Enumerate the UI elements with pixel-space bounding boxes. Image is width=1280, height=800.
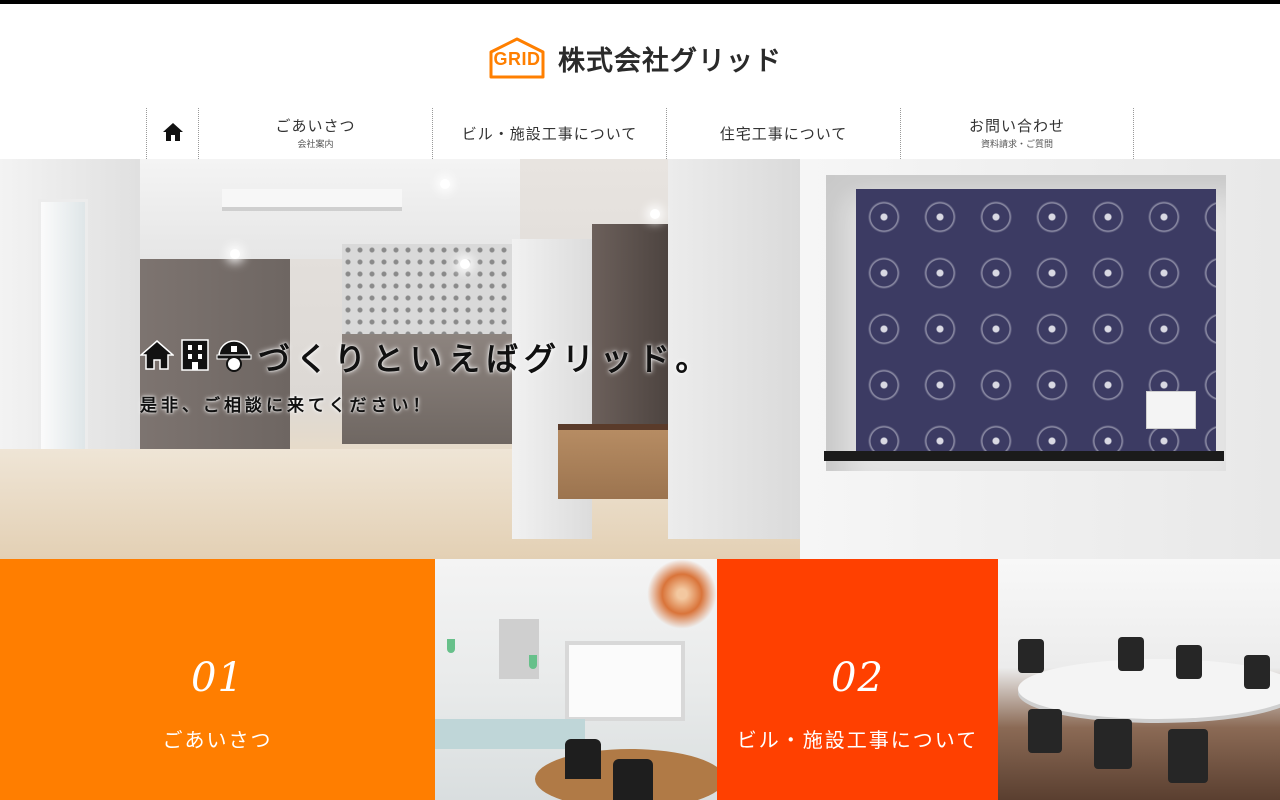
photo-window: [565, 641, 685, 721]
logo-house-mark: GRID: [486, 36, 548, 80]
hero-photo-cabinet: [558, 424, 668, 499]
nav-home[interactable]: [146, 108, 198, 159]
nav-item-label: お問い合わせ: [968, 117, 1065, 135]
photo-chair: [1244, 655, 1270, 689]
kitchen-dining-photo: [435, 559, 717, 800]
nav-item-sublabel: 資料請求・ご質問: [980, 140, 1053, 150]
nav-item-greeting[interactable]: ごあいさつ 会社案内: [198, 108, 432, 159]
hero-photo-outlet: [1146, 391, 1196, 429]
feature-number: 01: [191, 655, 244, 701]
feature-number: 02: [831, 655, 884, 701]
site-logo[interactable]: GRID 株式会社グリッド: [486, 36, 782, 80]
hero-photo-light: [650, 209, 660, 219]
meeting-room-photo: [998, 559, 1280, 800]
nav-item-sublabel: 会社案内: [297, 140, 334, 150]
home-icon: [162, 122, 184, 146]
photo-chair: [1094, 719, 1132, 769]
hero-heading: づくりといえばグリッド。: [139, 335, 714, 379]
photo-range-hood: [499, 619, 539, 679]
hero-photo-light: [460, 259, 470, 269]
nav-item-label: ごあいさつ: [275, 117, 356, 135]
nav-item-building-works[interactable]: ビル・施設工事について: [432, 108, 666, 159]
photo-chair: [1168, 729, 1208, 783]
building-icon: [180, 338, 210, 376]
photo-chair: [1028, 709, 1062, 753]
hero-photo-shelf: [824, 451, 1224, 461]
nav-item-housing-works[interactable]: 住宅工事について: [666, 108, 900, 159]
photo-pendant-lamp: [647, 559, 717, 629]
top-border: [0, 0, 1280, 4]
hero-photo-panel: [592, 224, 668, 424]
main-nav: ごあいさつ 会社案内 ビル・施設工事について 住宅工事について お問い合わせ 資…: [146, 108, 1134, 159]
photo-pendant-light: [529, 655, 537, 669]
photo-chair: [1176, 645, 1202, 679]
photo-chair: [565, 739, 601, 779]
hero-photo-pattern-wall: [342, 244, 512, 334]
nav-item-label: 住宅工事について: [719, 124, 848, 143]
logo-mark-text: GRID: [493, 49, 541, 69]
hero-subtitle: 是非、ご相談に来てください！: [140, 396, 434, 416]
photo-chair: [1018, 639, 1044, 673]
nav-item-contact[interactable]: お問い合わせ 資料請求・ご質問: [900, 108, 1134, 159]
feature-label: ビル・施設工事について: [736, 728, 979, 752]
hero-title: づくりといえばグリッド。: [258, 340, 714, 378]
feature-tile-greeting[interactable]: 01 ごあいさつ: [0, 559, 435, 800]
hero-banner: づくりといえばグリッド。 是非、ご相談に来てください！: [0, 159, 1280, 559]
photo-counter: [435, 719, 585, 749]
company-name: 株式会社グリッド: [558, 45, 782, 77]
feature-tile-building-works[interactable]: 02 ビル・施設工事について: [717, 559, 998, 800]
hero-photo-light: [440, 179, 450, 189]
house-icon: [139, 339, 175, 375]
photo-chair: [1118, 637, 1144, 671]
hero-photo-light: [230, 249, 240, 259]
hero-icons: [139, 338, 252, 376]
hero-photo-vent: [222, 189, 402, 211]
helmet-icon: [216, 338, 252, 376]
photo-chair: [613, 759, 653, 800]
photo-pendant-light: [447, 639, 455, 653]
nav-item-label: ビル・施設工事について: [461, 124, 638, 143]
feature-label: ごあいさつ: [162, 728, 273, 752]
